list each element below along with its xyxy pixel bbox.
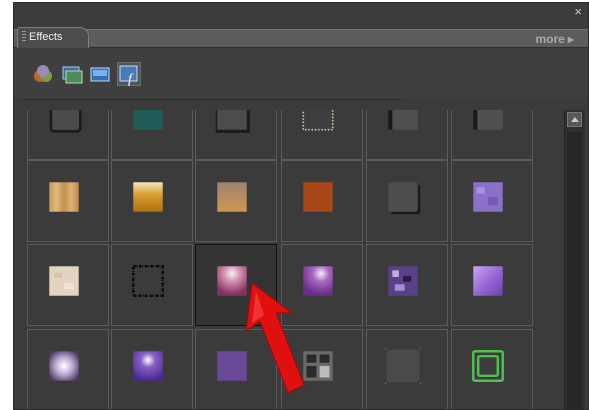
effect-thumbnail-black-glow (215, 110, 250, 133)
effect-cell[interactable] (366, 110, 448, 160)
tab-effects-label: Effects (29, 31, 63, 43)
filters-button[interactable] (31, 62, 55, 86)
effect-cell[interactable] (366, 244, 448, 326)
effect-cell[interactable] (111, 329, 193, 409)
effect-cell[interactable] (451, 110, 533, 160)
effect-cell[interactable] (27, 160, 109, 242)
effect-thumbnail-tan-gradient (217, 182, 247, 212)
effect-thumbnail-lavender-glow (49, 351, 79, 381)
all-effects-button[interactable]: f (117, 62, 141, 86)
effect-cell[interactable] (451, 160, 533, 242)
effect-thumbnail-purple-noise (388, 266, 418, 296)
effect-thumbnail-dark-edge (388, 110, 418, 130)
layer-styles-button[interactable] (60, 62, 84, 86)
toolbar-divider (22, 99, 402, 100)
effect-cell[interactable] (281, 160, 363, 242)
effect-thumbnail-wood (49, 182, 79, 212)
scroll-up-button[interactable] (567, 112, 582, 127)
layer-styles-icon (62, 66, 83, 84)
effect-cell[interactable] (27, 329, 109, 409)
effect-cell[interactable] (27, 244, 109, 326)
effect-cell[interactable] (366, 160, 448, 242)
effect-thumbnail-teal (133, 110, 163, 130)
effect-thumbnail-violet-glow (133, 351, 163, 381)
effect-thumbnail-rust (303, 182, 333, 212)
effect-thumbnail-drop-shadow (388, 182, 421, 215)
effect-cell[interactable] (111, 110, 193, 160)
effect-cell[interactable] (195, 110, 277, 160)
effect-cell[interactable] (281, 110, 363, 160)
effect-cell[interactable] (451, 244, 533, 326)
effect-cell[interactable] (366, 329, 448, 409)
more-label: more (535, 32, 565, 46)
panel-tab-bar: Effects more ▶ (14, 27, 588, 48)
all-effects-icon: f (119, 65, 138, 86)
effects-toolbar: f (14, 48, 588, 98)
photo-effects-icon (90, 67, 110, 82)
photo-effects-button[interactable] (88, 62, 112, 86)
grip-icon (22, 31, 26, 42)
scroll-track[interactable] (567, 132, 582, 409)
filters-icon (34, 65, 52, 82)
effect-cell[interactable] (111, 244, 193, 326)
effects-panel: × Effects more ▶ f (13, 2, 589, 410)
more-menu-button[interactable]: more ▶ (536, 33, 575, 46)
effect-thumbnail-gold-glow (133, 182, 163, 212)
effect-thumbnail-dark-edge (473, 110, 503, 130)
effect-thumbnail-dark-bevel (49, 110, 82, 133)
pointer-arrow (245, 283, 305, 394)
tab-effects[interactable]: Effects (17, 27, 89, 48)
effect-thumbnail-dotted-frame (302, 110, 334, 131)
effect-thumbnail-green-frame (385, 348, 421, 384)
effect-cell[interactable] (111, 160, 193, 242)
effect-thumbnail-purple-texture (473, 182, 503, 212)
effect-thumbnail-purple-marble (473, 266, 503, 296)
effect-cell[interactable] (451, 329, 533, 409)
vertical-scrollbar[interactable] (564, 110, 585, 409)
effect-thumbnail-rough-frame (132, 265, 164, 297)
effect-thumbnail-beige-texture (49, 266, 79, 296)
effect-cell[interactable] (27, 110, 109, 160)
close-icon[interactable]: × (574, 5, 582, 18)
more-arrow-icon: ▶ (567, 35, 574, 44)
effect-thumbnail-green-double-frame (472, 350, 504, 382)
effect-cell[interactable] (195, 160, 277, 242)
